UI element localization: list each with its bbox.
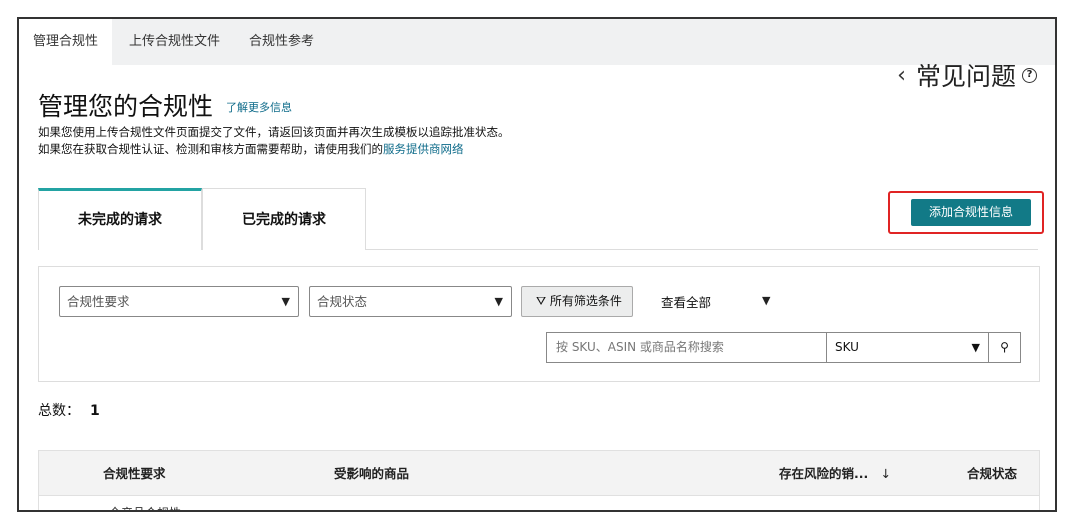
learn-more-link[interactable]: 了解更多信息	[226, 99, 292, 115]
add-compliance-button[interactable]: 添加合规性信息	[911, 199, 1031, 226]
tab-compliance-reference[interactable]: 合规性参考	[235, 19, 328, 65]
table-row[interactable]: 全产品合规性	[38, 496, 1040, 510]
filter-icon: ⛛	[536, 294, 547, 308]
description-line-1: 如果您使用上传合规性文件页面提交了文件，请返回该页面并再次生成模板以追踪批准状态…	[38, 125, 510, 139]
search-icon: ⚲	[1000, 340, 1009, 354]
faq-link[interactable]: ‹ 常见问题 ?	[897, 57, 1037, 93]
chevron-left-icon: ‹	[897, 62, 906, 88]
search-type-value: SKU	[835, 340, 859, 354]
all-filters-button[interactable]: ⛛ 所有筛选条件	[521, 286, 633, 317]
compliance-status-select[interactable]: 合规状态 ▼	[309, 286, 512, 317]
chevron-down-icon: ▼	[281, 295, 290, 308]
search-type-select[interactable]: SKU ▼	[827, 332, 989, 363]
description-line-2: 如果您在获取合规性认证、检测和审核方面需要帮助，请使用我们的服务提供商网络	[38, 141, 464, 157]
search-button[interactable]: ⚲	[989, 332, 1021, 363]
chevron-down-icon: ▼	[494, 295, 503, 308]
search-input[interactable]: 按 SKU、ASIN 或商品名称搜索	[546, 332, 827, 363]
service-provider-network-link[interactable]: 服务提供商网络	[383, 142, 464, 156]
view-all-dropdown[interactable]: 查看全部	[661, 292, 711, 311]
column-compliance-status[interactable]: 合规状态	[967, 451, 1017, 497]
description-line-2-text: 如果您在获取合规性认证、检测和审核方面需要帮助，请使用我们的	[38, 142, 383, 156]
total-label: 总数：	[38, 403, 80, 419]
chevron-down-icon: ▼	[971, 341, 980, 354]
column-sales-at-risk[interactable]: 存在风险的销... ↓	[779, 451, 891, 497]
tab-open-requests[interactable]: 未完成的请求	[38, 188, 202, 250]
all-filters-label: 所有筛选条件	[549, 294, 622, 308]
compliance-status-value: 合规状态	[317, 294, 368, 309]
sort-arrow-icon: ↓	[880, 466, 892, 481]
table-cell: 全产品合规性	[109, 504, 181, 510]
total-count: 总数： 1	[38, 400, 100, 420]
compliance-requirement-value: 合规性要求	[67, 294, 130, 309]
column-sales-at-risk-label: 存在风险的销...	[779, 466, 869, 481]
app-frame: 管理合规性 上传合规性文件 合规性参考 ‹ 常见问题 ? 管理您的合规性 了解更…	[17, 17, 1057, 512]
faq-label: 常见问题	[915, 62, 1016, 91]
column-affected-products[interactable]: 受影响的商品	[334, 451, 409, 497]
table-header: 合规性要求 受影响的商品 存在风险的销... ↓ 合规状态	[38, 450, 1040, 496]
page-title: 管理您的合规性	[38, 92, 214, 121]
tab-manage-compliance[interactable]: 管理合规性	[19, 19, 113, 65]
tab-completed-requests[interactable]: 已完成的请求	[202, 188, 366, 250]
tab-upload-compliance[interactable]: 上传合规性文件	[115, 19, 234, 65]
filter-panel: 合规性要求 ▼ 合规状态 ▼ ⛛ 所有筛选条件 查看全部 ▼ 按 SKU、ASI…	[38, 266, 1040, 382]
compliance-requirement-select[interactable]: 合规性要求 ▼	[59, 286, 299, 317]
total-value: 1	[90, 403, 100, 419]
column-compliance-requirement[interactable]: 合规性要求	[103, 451, 166, 497]
chevron-down-icon[interactable]: ▼	[762, 294, 770, 307]
help-icon: ?	[1022, 67, 1037, 83]
